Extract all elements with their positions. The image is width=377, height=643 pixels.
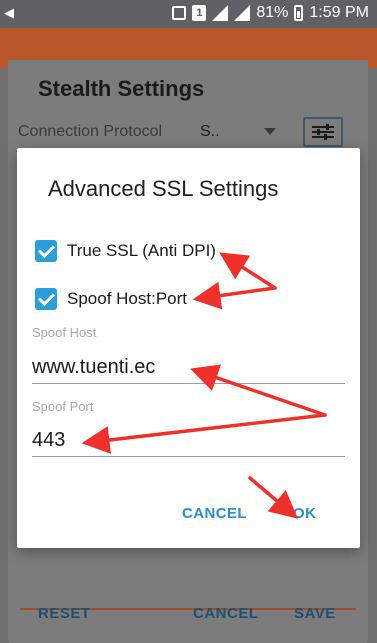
clock: 1:59 PM [309, 4, 369, 21]
true-ssl-checkbox[interactable] [35, 240, 57, 262]
true-ssl-row[interactable]: True SSL (Anti DPI) [35, 240, 216, 262]
battery-icon [294, 5, 304, 21]
signal-icon [212, 5, 229, 21]
reset-button[interactable]: RESET [38, 605, 91, 622]
true-ssl-label: True SSL (Anti DPI) [67, 241, 216, 260]
connection-protocol-label: Connection Protocol [18, 123, 163, 140]
notification-icon [172, 6, 187, 20]
chevron-down-icon[interactable] [264, 128, 276, 135]
spoof-host-port-checkbox[interactable] [35, 288, 57, 310]
advanced-ssl-dialog: Advanced SSL Settings True SSL (Anti DPI… [17, 148, 360, 548]
signal-strength-icon [234, 5, 251, 21]
status-bar: ◀ 1 81% 1:59 PM [0, 0, 377, 28]
spoof-port-input[interactable] [32, 424, 345, 457]
sim-icon: 1 [192, 5, 207, 21]
usb-icon: ◀ [4, 5, 14, 20]
spoof-port-label: Spoof Port [32, 399, 94, 414]
battery-percent: 81% [256, 4, 289, 21]
connection-protocol-select[interactable]: S.. [200, 123, 220, 141]
save-button[interactable]: SAVE [294, 605, 336, 622]
spoof-host-port-row[interactable]: Spoof Host:Port [35, 288, 187, 310]
tune-icon [312, 124, 334, 140]
spoof-host-port-label: Spoof Host:Port [67, 289, 188, 308]
spoof-host-input[interactable] [32, 351, 345, 384]
status-icons: 1 81% 1:59 PM [172, 4, 369, 22]
stealth-cancel-button[interactable]: CANCEL [193, 605, 259, 622]
ssl-dialog-title: Advanced SSL Settings [48, 176, 279, 201]
stealth-dialog-title: Stealth Settings [38, 76, 205, 101]
protocol-settings-button[interactable] [303, 117, 343, 147]
ok-button[interactable]: OK [293, 505, 316, 522]
spoof-host-label: Spoof Host [32, 325, 97, 340]
ssl-cancel-button[interactable]: CANCEL [182, 505, 247, 522]
